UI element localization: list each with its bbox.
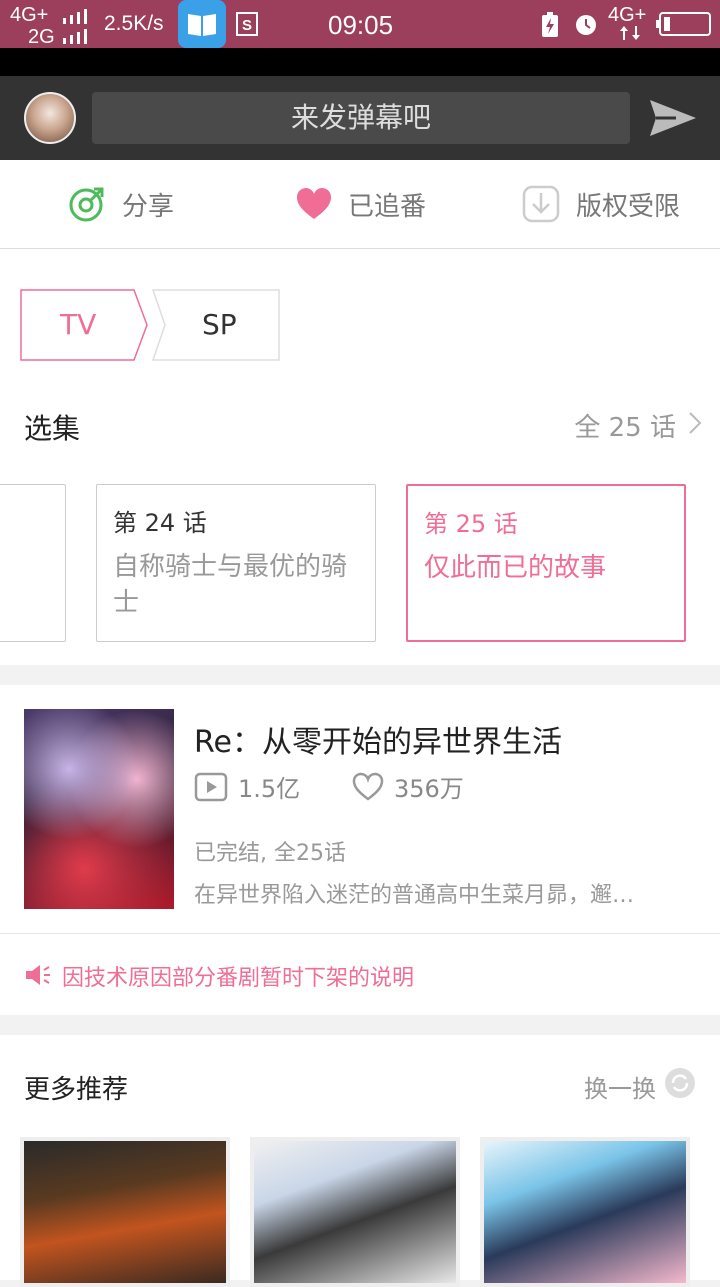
refresh-button[interactable]: 换一换 [584,1069,656,1104]
net-speed: 2.5K/s [104,12,164,35]
alarm-icon [576,15,596,35]
episode-name: 仅此而已的故事 [424,553,607,583]
notice-text: 因技术原因部分番剧暂时下架的说明 [62,966,415,991]
episode-card-prev[interactable] [0,484,66,642]
tab-sp-label: SP [202,308,237,341]
data-arrows-icon [620,26,640,40]
svg-text:S: S [242,17,252,34]
network-label-2: 2G [28,26,55,48]
tab-sp[interactable]: SP [152,289,280,361]
status-bar: 4G+ 2G 2.5K/s S 09:05 4G+ [0,0,720,48]
series-title: Re：从零开始的异世界生活 [194,725,562,760]
share-button[interactable]: 分享 [68,180,174,228]
play-count: 1.5亿 [194,769,300,804]
megaphone-icon [26,965,50,985]
recommend-section: 更多推荐 换一换 [0,1035,720,1287]
charging-icon [542,12,558,37]
recommend-cover-1 [24,1141,226,1283]
recommend-title: 更多推荐 [24,1075,129,1105]
episodes-total[interactable]: 全 25 话 [574,407,676,444]
tab-tv[interactable]: TV [20,289,148,361]
danmu-input[interactable]: 来发弹幕吧 [92,92,630,144]
avatar[interactable] [24,92,76,144]
like-count: 356万 [352,769,464,804]
share-label: 分享 [122,191,175,222]
episode-number: 第 24 话 [113,509,207,537]
recommend-cover-2 [254,1141,456,1283]
signal-icon [63,9,87,44]
share-icon [69,187,104,222]
download-icon [522,185,560,223]
heart-outline-icon [352,772,384,801]
battery-icon [656,12,711,36]
reader-app-icon [178,0,226,48]
recommend-card-1[interactable] [20,1137,230,1287]
download-button[interactable]: 版权受限 [522,180,680,228]
play-icon [194,772,228,801]
send-icon[interactable] [646,94,698,142]
refresh-icon[interactable] [664,1067,696,1099]
recommend-card-3[interactable] [480,1137,690,1287]
s-app-icon: S [236,12,258,36]
recommend-cover-3 [484,1141,686,1283]
like-count-value: 356万 [394,775,464,803]
episode-card-25[interactable]: 第 25 话 仅此而已的故事 [406,484,686,642]
series-cover[interactable] [24,709,174,909]
danmu-bar: 来发弹幕吧 [0,76,720,160]
series-description[interactable]: 在异世界陷入迷茫的普通高中生菜月昴，邂… [194,877,694,909]
episode-number: 第 25 话 [424,510,518,538]
series-status: 已完结, 全25话 [194,841,346,866]
episode-name: 自称骑士与最优的骑士 [113,552,348,618]
clock: 09:05 [328,10,394,40]
video-area [0,48,720,76]
recommend-card-2[interactable] [250,1137,460,1287]
network-label-1: 4G+ [10,4,49,26]
action-bar: 分享 已追番 版权受限 [0,160,720,249]
notice-row[interactable]: 因技术原因部分番剧暂时下架的说明 [0,933,720,1016]
series-info: Re：从零开始的异世界生活 1.5亿 356万 已完结, 全25话 在异世界陷入… [0,685,720,1015]
heart-icon [297,188,331,219]
download-label: 版权受限 [576,191,681,222]
episode-card-24[interactable]: 第 24 话 自称骑士与最优的骑士 [96,484,376,642]
network-label-right: 4G+ [608,4,647,26]
follow-label: 已追番 [348,191,427,222]
tab-tv-label: TV [60,308,97,341]
play-count-value: 1.5亿 [238,775,301,803]
chevron-right-icon[interactable] [688,411,702,435]
season-section: TV SP 选集 全 25 话 第 24 话 自称骑士与最优的骑士 第 25 话… [0,249,720,665]
episodes-title: 选集 [24,412,81,445]
follow-button[interactable]: 已追番 [296,180,426,228]
